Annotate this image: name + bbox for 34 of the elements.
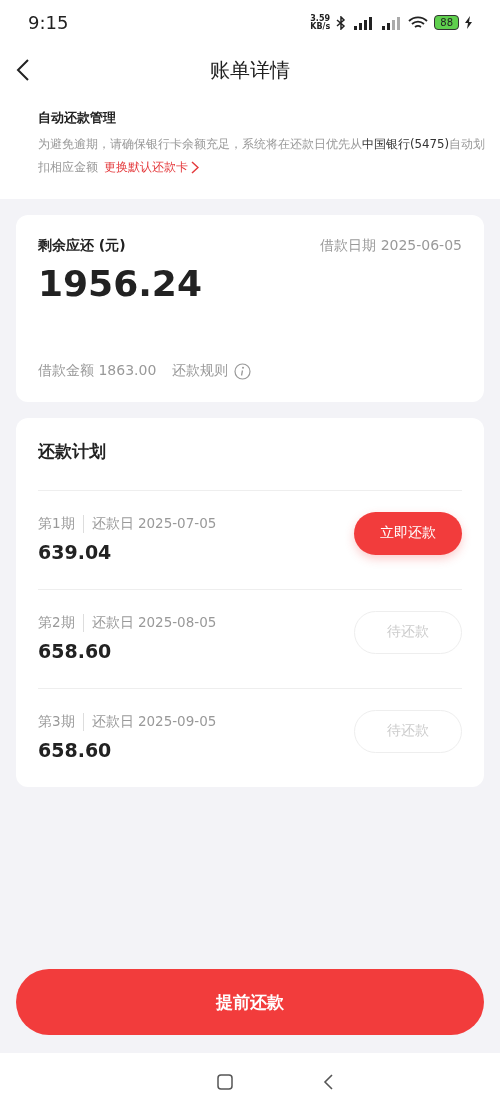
loan-amount: 借款金额 1863.00 [38,362,157,380]
installment-amount: 658.60 [38,739,113,761]
due-date: 还款日 2025-09-05 [91,713,217,731]
back-icon[interactable] [323,1074,333,1090]
remaining-label: 剩余应还 (元) [38,237,126,255]
signal-icon [352,15,375,30]
period-label: 第3期 [38,713,75,731]
signal-icon [380,15,403,30]
info-icon[interactable] [234,362,252,380]
pay-now-button[interactable]: 立即还款 [354,511,462,555]
bluetooth-icon [336,15,347,30]
period-label: 第2期 [38,614,75,632]
section-title: 自动还款管理 [38,109,117,127]
period-label: 第1期 [38,515,75,533]
chevron-right-icon[interactable] [191,161,199,174]
page-title: 账单详情 [210,56,290,84]
prepay-button[interactable]: 提前还款 [16,969,484,1035]
due-date: 还款日 2025-08-05 [91,614,217,632]
change-card-link[interactable]: 更换默认还款卡 [104,156,199,179]
installment-amount: 639.04 [38,541,113,563]
installment-amount: 658.60 [38,640,113,662]
battery-level: 88 [434,15,459,30]
remaining-amount: 1956.24 [38,263,203,304]
charging-icon [465,16,472,29]
repay-rules-link[interactable]: 还款规则 [172,362,229,380]
back-icon[interactable] [16,59,30,81]
auto-repay-description: 为避免逾期，请确保银行卡余额充足，系统将在还款日优先从中国银行(5475)自动划扣相应金额 更换默认还款卡 [38,133,490,179]
loan-date: 借款日期 2025-06-05 [320,237,462,255]
home-icon[interactable] [217,1074,233,1090]
network-speed: 3.59 KB/s [310,14,331,31]
wifi-icon [408,15,429,30]
plan-title: 还款计划 [38,440,462,491]
status-time: 9:15 [28,12,69,33]
due-date: 还款日 2025-07-05 [91,515,217,533]
